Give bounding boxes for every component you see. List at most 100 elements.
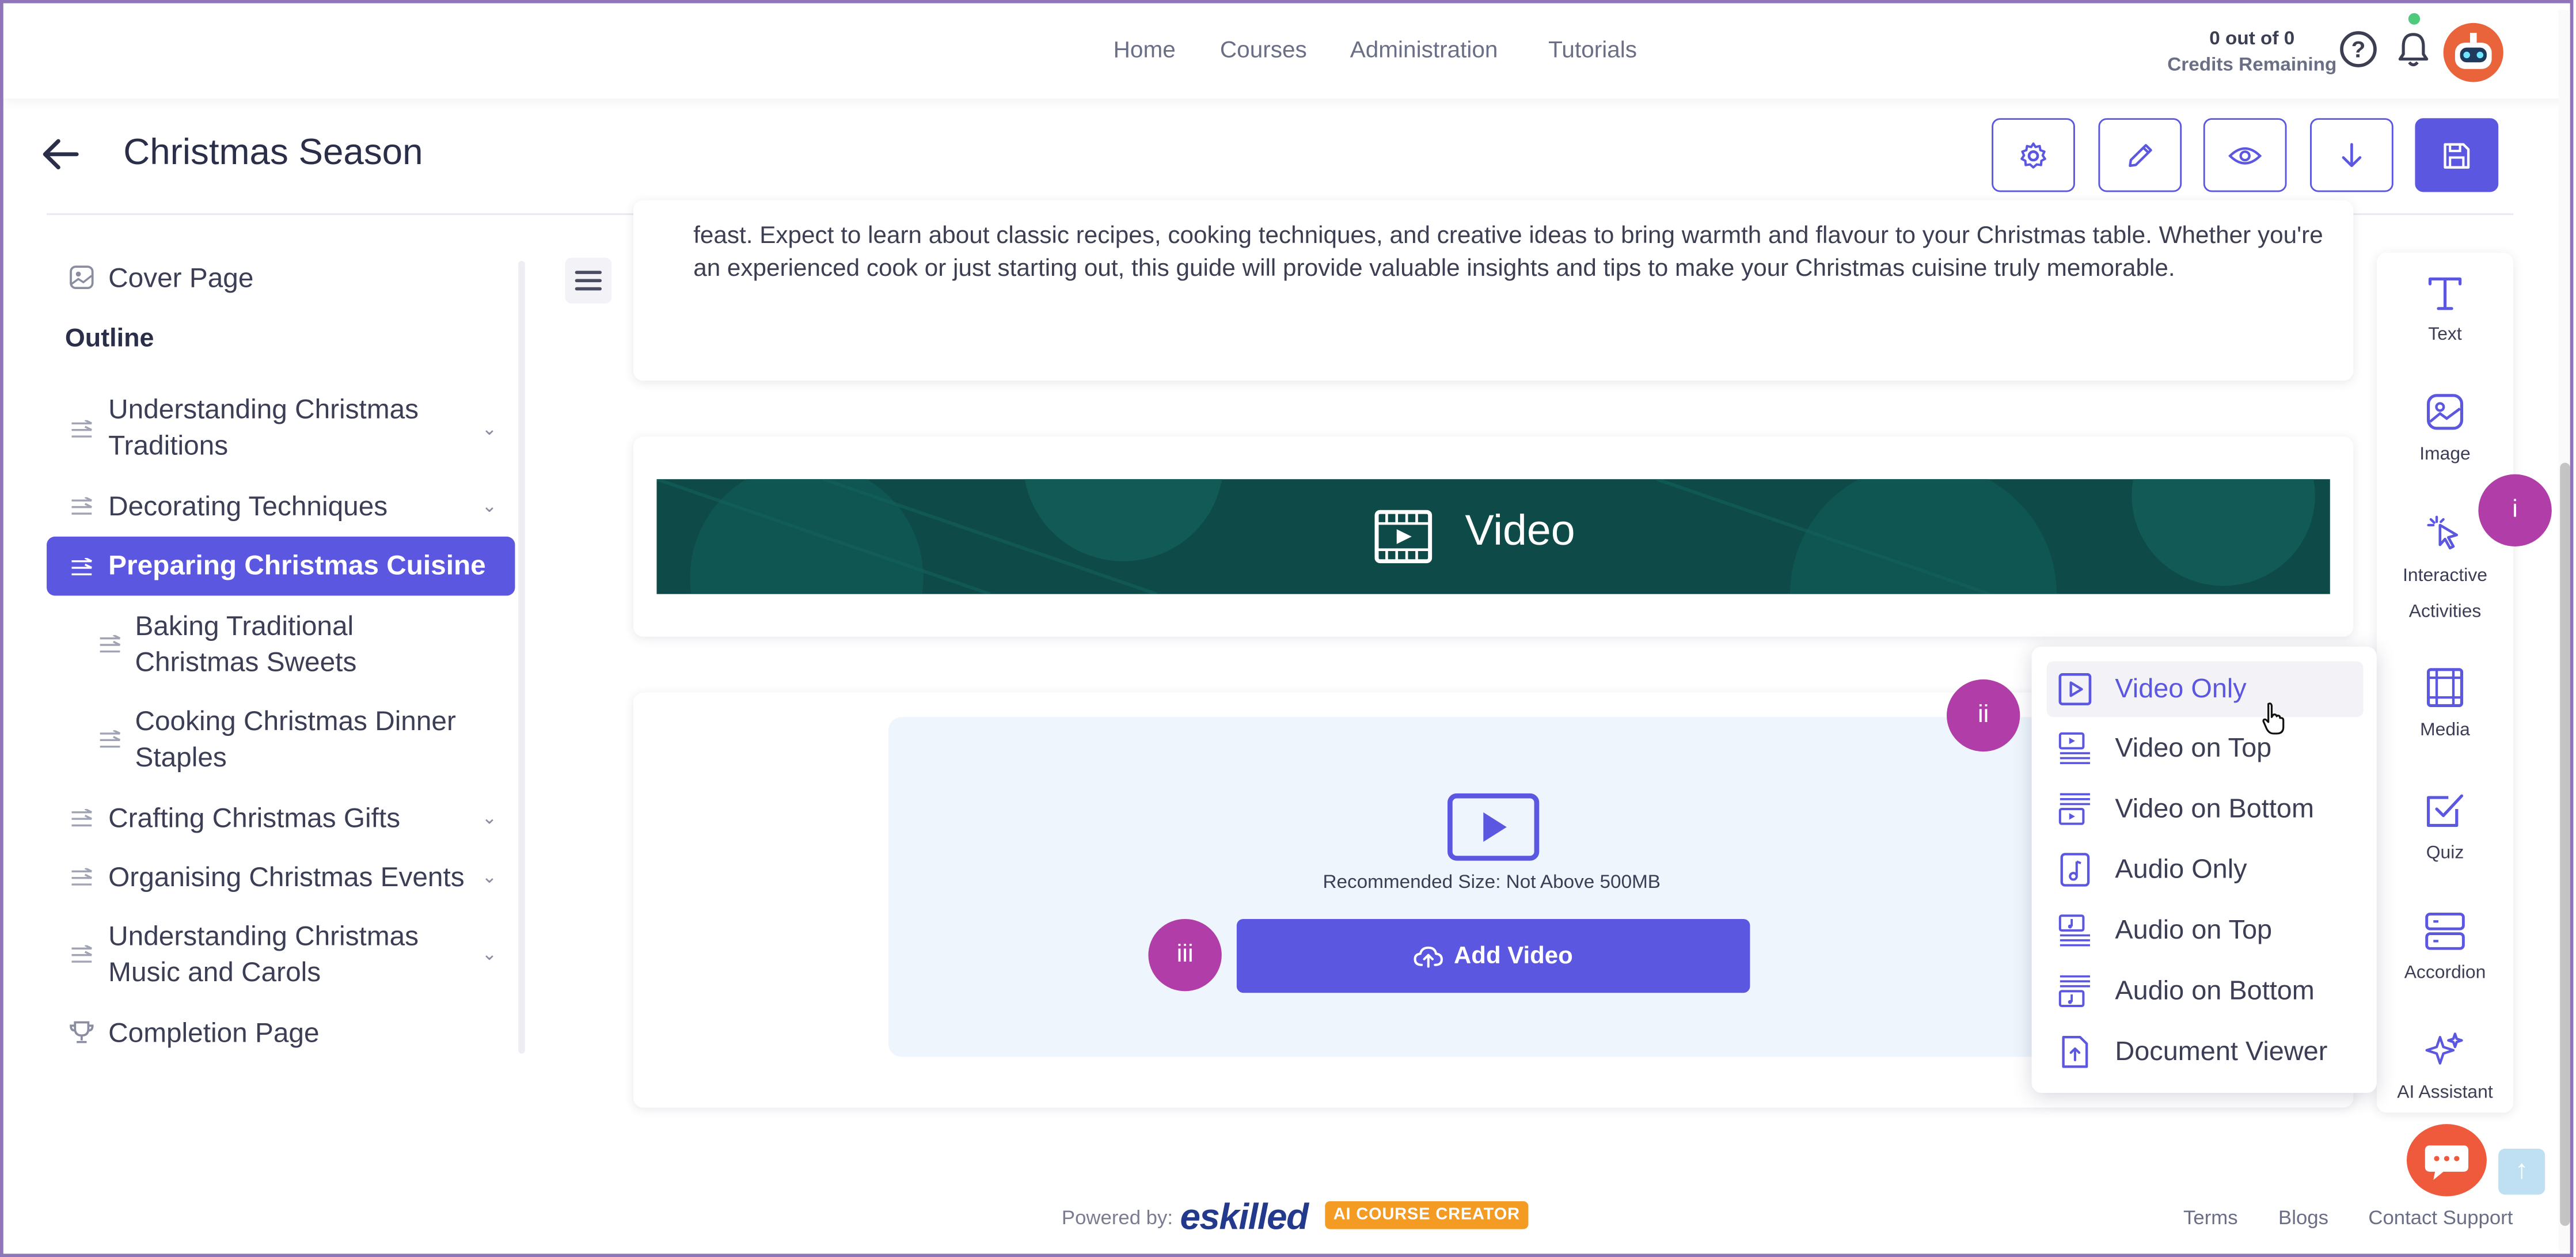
nav-courses[interactable]: Courses — [1220, 36, 1307, 63]
chat-icon — [2425, 1145, 2469, 1180]
text-tool-icon — [2428, 277, 2462, 310]
drag-handle-icon[interactable] — [70, 945, 94, 965]
save-button[interactable] — [2415, 118, 2499, 192]
video-bottom-icon — [2058, 793, 2090, 825]
back-arrow-icon[interactable] — [40, 135, 83, 174]
powered-by-label: Powered by: — [1061, 1206, 1173, 1229]
audio-bottom-icon — [2058, 975, 2090, 1007]
option-label: Video on Top — [2115, 732, 2272, 762]
drag-handle-icon[interactable] — [98, 730, 122, 750]
option-document-viewer[interactable]: Document Viewer — [2047, 1024, 2364, 1080]
scroll-to-top-button[interactable]: ↑ — [2498, 1148, 2545, 1195]
annotation-badge-ii: ii — [1947, 679, 2020, 752]
drag-handle-icon[interactable] — [70, 420, 94, 440]
option-video-only[interactable]: Video Only — [2046, 661, 2364, 717]
hamburger-menu-icon[interactable] — [565, 257, 612, 304]
option-label: Video on Bottom — [2115, 793, 2314, 823]
ai-course-creator-badge: AI COURSE CREATOR — [1325, 1201, 1529, 1229]
app-window: Home Courses Administration Tutorials 0 … — [0, 0, 2574, 1257]
tool-accordion-label: Accordion — [2404, 963, 2486, 983]
sidebar-scrollbar[interactable] — [518, 261, 525, 1054]
pencil-icon — [2129, 143, 2152, 166]
tool-image-label: Image — [2419, 445, 2471, 465]
hand-cursor-icon — [2262, 702, 2285, 735]
preview-button[interactable] — [2203, 118, 2287, 192]
tool-quiz[interactable]: Quiz — [2377, 789, 2513, 871]
nav-home[interactable]: Home — [1114, 36, 1176, 63]
option-label: Audio on Top — [2115, 914, 2273, 945]
intro-paragraph: feast. Expect to learn about classic rec… — [693, 223, 2323, 283]
accordion-icon — [2425, 912, 2465, 950]
blogs-link[interactable]: Blogs — [2278, 1206, 2328, 1229]
tool-accordion[interactable]: Accordion — [2377, 909, 2513, 991]
tool-media[interactable]: Media — [2377, 666, 2513, 748]
settings-button[interactable] — [1992, 118, 2075, 192]
outline-subitem[interactable]: Baking Traditional Christmas Sweets — [135, 609, 468, 681]
top-navbar: Home Courses Administration Tutorials 0 … — [3, 3, 2570, 98]
chevron-down-icon[interactable]: ⌄ — [482, 496, 497, 517]
nav-tutorials[interactable]: Tutorials — [1548, 36, 1637, 63]
credits-value: 0 out of 0 — [2209, 29, 2295, 50]
eye-icon — [2228, 146, 2262, 164]
download-button[interactable] — [2310, 118, 2393, 192]
help-icon[interactable]: ? — [2340, 31, 2377, 67]
option-video-on-bottom[interactable]: Video on Bottom — [2047, 781, 2364, 837]
film-strip-icon — [2426, 668, 2464, 708]
bell-icon[interactable] — [2395, 29, 2432, 69]
tool-text[interactable]: Text — [2377, 271, 2513, 352]
notification-dot — [2408, 13, 2421, 25]
chevron-down-icon[interactable]: ⌄ — [482, 807, 497, 829]
document-upload-icon — [2062, 1035, 2088, 1068]
annotation-badge-i: i — [2478, 474, 2552, 547]
tool-ai-label: AI Assistant — [2397, 1083, 2493, 1103]
chat-button[interactable] — [2406, 1124, 2487, 1197]
chevron-down-icon[interactable]: ⌄ — [482, 944, 497, 965]
tool-quiz-label: Quiz — [2426, 843, 2464, 864]
option-audio-on-bottom[interactable]: Audio on Bottom — [2047, 963, 2364, 1019]
option-audio-on-top[interactable]: Audio on Top — [2047, 902, 2364, 958]
gear-icon — [2020, 141, 2046, 168]
add-video-button[interactable]: Add Video — [1236, 918, 1750, 993]
tool-ai-assistant[interactable]: AI Assistant — [2377, 1029, 2513, 1111]
chevron-down-icon[interactable]: ⌄ — [482, 867, 497, 888]
music-note-icon — [2060, 853, 2090, 887]
chevron-down-icon[interactable]: ⌄ — [482, 419, 497, 440]
tool-image[interactable]: Image — [2377, 390, 2513, 472]
option-audio-only[interactable]: Audio Only — [2047, 842, 2364, 898]
cover-image-icon — [70, 265, 94, 290]
contact-support-link[interactable]: Contact Support — [2368, 1206, 2513, 1229]
film-play-icon — [1374, 510, 1433, 564]
drag-handle-icon[interactable] — [70, 868, 94, 888]
add-video-label: Add Video — [1453, 943, 1573, 969]
terms-link[interactable]: Terms — [2183, 1206, 2238, 1229]
tool-media-label: Media — [2420, 720, 2470, 740]
outline-heading: Outline — [64, 325, 154, 353]
annotation-badge-iii: iii — [1148, 918, 1222, 992]
cover-page-link[interactable]: Cover Page — [108, 261, 253, 297]
drag-handle-icon[interactable] — [98, 635, 122, 655]
cloud-upload-icon — [1414, 945, 1443, 967]
drag-handle-icon[interactable] — [70, 497, 94, 517]
outline-item[interactable]: Decorating Techniques — [108, 489, 387, 525]
option-video-on-top[interactable]: Video on Top — [2047, 720, 2364, 776]
outline-subitem[interactable]: Cooking Christmas Dinner Staples — [135, 704, 485, 776]
drag-handle-icon[interactable] — [70, 809, 94, 829]
option-label: Video Only — [2115, 673, 2247, 704]
pointer-click-icon — [2427, 515, 2459, 550]
outline-item-label-active[interactable]: Preparing Christmas Cuisine — [108, 548, 486, 584]
robot-avatar-icon — [2455, 32, 2492, 69]
tool-interactive-label: Interactive Activities — [2403, 566, 2487, 622]
avatar[interactable] — [2443, 22, 2503, 82]
edit-button[interactable] — [2098, 118, 2182, 192]
completion-page-link[interactable]: Completion Page — [108, 1016, 319, 1052]
outline-item[interactable]: Crafting Christmas Gifts — [108, 801, 400, 837]
outline-item[interactable]: Organising Christmas Events — [108, 860, 465, 896]
drag-handle-icon[interactable] — [70, 557, 94, 578]
option-label: Document Viewer — [2115, 1036, 2328, 1066]
nav-administration[interactable]: Administration — [1350, 36, 1498, 63]
eskilled-logo: eskilled — [1180, 1196, 1309, 1237]
audio-top-icon — [2058, 914, 2090, 947]
outline-item[interactable]: Understanding Christmas Music and Carols — [108, 919, 466, 991]
outline-item[interactable]: Understanding Christmas Traditions — [108, 392, 466, 464]
window-scrollbar-thumb[interactable] — [2560, 462, 2570, 1226]
